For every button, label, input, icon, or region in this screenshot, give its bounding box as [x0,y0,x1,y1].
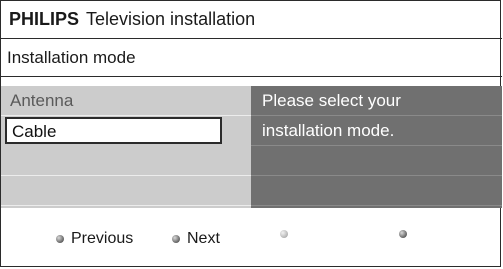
bullet-icon [56,235,64,243]
footer-option-3[interactable] [280,230,295,238]
info-text: installation mode. [262,121,395,140]
brand-logo: PHILIPS [9,9,80,29]
info-text: Please select your [262,91,401,110]
next-button[interactable]: Next [172,230,220,248]
tv-menu-window: PHILIPS Television installation Installa… [0,0,502,268]
bullet-icon [399,230,407,238]
page-title: Television installation [86,9,256,29]
menu-item-antenna[interactable]: Antenna [1,86,251,116]
info-line: Please select your [251,86,502,116]
info-line-empty [251,146,502,176]
section-header: Installation mode [1,39,502,77]
menu-item-cable[interactable]: Cable [1,116,251,146]
previous-label: Previous [71,230,134,247]
menu-item-label: Cable [12,122,57,141]
previous-button[interactable]: Previous [56,230,133,248]
title-bar: PHILIPS Television installation [1,1,502,39]
bullet-icon [172,235,180,243]
next-label: Next [187,230,220,247]
footer-option-4[interactable] [399,230,414,238]
menu-list: Antenna Cable [1,86,251,208]
section-header-label: Installation mode [7,47,136,67]
selection-highlight: Cable [5,117,222,144]
info-line: installation mode. [251,116,502,146]
bullet-icon [280,230,288,238]
menu-item-label: Antenna [10,91,74,110]
menu-item-empty [1,176,251,206]
info-panel: Please select your installation mode. [251,86,502,208]
menu-item-empty [1,146,251,176]
info-line-empty [251,176,502,206]
footer-bar: Previous Next [1,208,502,268]
